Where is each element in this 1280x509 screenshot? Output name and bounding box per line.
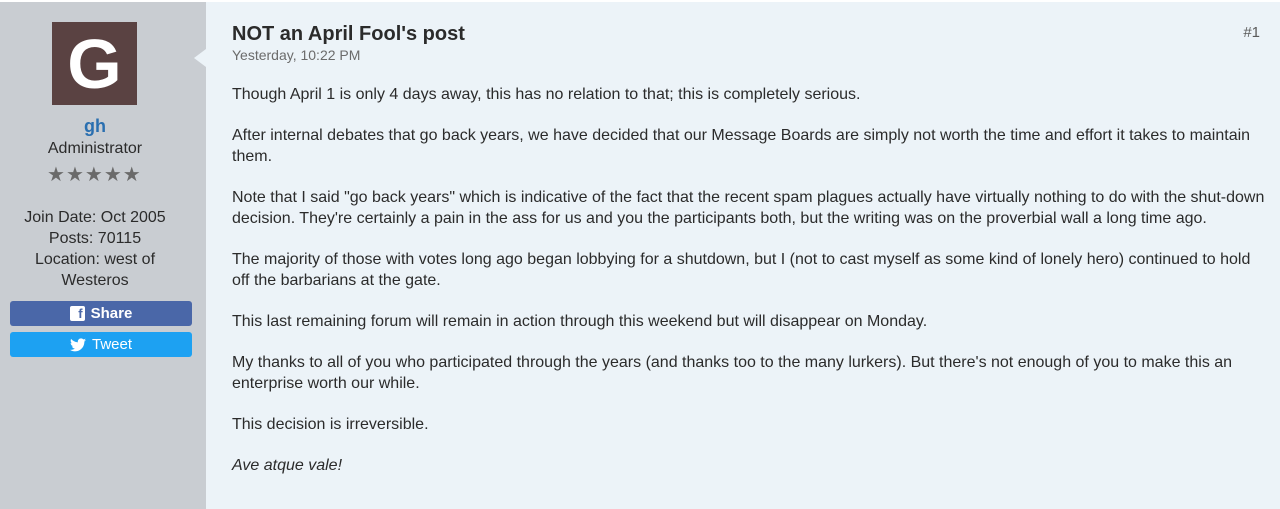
star-icon: ★: [103, 164, 122, 186]
star-icon: ★: [84, 164, 103, 186]
star-icon: ★: [65, 164, 84, 186]
facebook-icon: f: [69, 306, 85, 321]
post-paragraph: The majority of those with votes long ag…: [232, 251, 1251, 289]
post-body: Though April 1 is only 4 days away, this…: [232, 84, 1267, 496]
post-signoff: Ave atque vale!: [232, 457, 343, 474]
star-icon: ★: [47, 164, 65, 186]
share-label: Share: [90, 305, 133, 322]
avatar[interactable]: G: [52, 22, 137, 105]
tweet-label: Tweet: [91, 336, 133, 353]
user-rank-stars: ★ ★ ★ ★ ★: [47, 165, 143, 185]
username-link[interactable]: gh: [0, 116, 190, 137]
twitter-bird-icon: [69, 337, 86, 351]
post-paragraph: This last remaining forum will remain in…: [232, 313, 928, 330]
post-count: Posts: 70115: [48, 230, 142, 247]
post-date: Yesterday, 10:22 PM: [232, 47, 361, 63]
post-number-link[interactable]: #1: [1243, 24, 1260, 41]
forum-post: G gh Administrator ★ ★ ★ ★ ★ Join Date: …: [0, 2, 1280, 509]
location-line-2: Westeros: [61, 272, 129, 289]
user-title: Administrator: [47, 140, 143, 157]
post-title: NOT an April Fool's post: [232, 23, 465, 45]
post-paragraph: Though April 1 is only 4 days away, this…: [232, 86, 861, 103]
post-paragraph: My thanks to all of you who participated…: [232, 354, 1233, 392]
star-icon: ★: [122, 164, 141, 186]
post-paragraph: Note that I said "go back years" which i…: [232, 189, 1265, 227]
post-content: NOT an April Fool's post Yesterday, 10:2…: [206, 2, 1280, 509]
avatar-letter: G: [67, 24, 122, 103]
user-info-panel: G gh Administrator ★ ★ ★ ★ ★ Join Date: …: [0, 2, 206, 509]
join-date: Join Date: Oct 2005: [24, 209, 166, 226]
post-pointer-arrow: [194, 49, 206, 67]
share-button[interactable]: f Share: [10, 301, 192, 326]
tweet-button[interactable]: Tweet: [10, 332, 192, 357]
post-paragraph: After internal debates that go back year…: [232, 127, 1251, 165]
post-paragraph: This decision is irreversible.: [232, 416, 429, 433]
location-line-1: Location: west of: [34, 251, 156, 268]
user-stats: Join Date: Oct 2005 Posts: 70115 Locatio…: [0, 207, 190, 291]
